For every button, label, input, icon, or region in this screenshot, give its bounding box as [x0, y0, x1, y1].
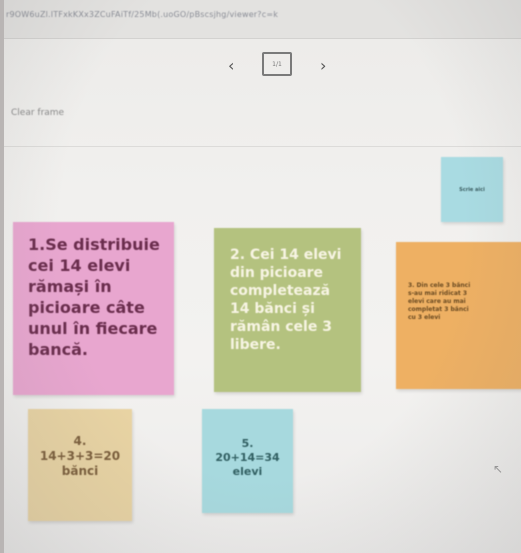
note3-line: completat 3 bănci	[408, 306, 469, 313]
clear-frame-button[interactable]: Clear frame	[11, 108, 64, 118]
note1-line: bancă.	[28, 340, 88, 359]
note3-line: 3. Din cele 3 bănci	[408, 282, 471, 289]
note1-line: rămași în	[28, 277, 112, 296]
note5-line: 5.	[241, 437, 254, 450]
sticky-note-5[interactable]: 5. 20+14=34 elevi	[202, 409, 293, 513]
note4-line: 4.	[73, 434, 87, 448]
note5-line: elevi	[232, 465, 263, 478]
browser-address-bar[interactable]: r9OW6uZl.lTFxkKXx3ZCuFAiTf/25Mb(.uoGO/pB…	[4, 0, 521, 39]
note4-line: 14+3+3=20	[39, 449, 121, 463]
note3-line: elevi care au mai	[408, 298, 466, 305]
note2-line: completează	[230, 283, 331, 299]
mouse-cursor-icon: ↖	[493, 462, 504, 476]
note1-line: 1.Se distribuie	[28, 235, 160, 254]
note2-line: din picioare	[230, 265, 324, 281]
note4-line: bănci	[61, 464, 99, 478]
previous-frame-button[interactable]: ‹	[228, 56, 234, 75]
note1-line: picioare câte	[28, 298, 145, 317]
next-frame-button[interactable]: ›	[320, 56, 326, 75]
note5-line: 20+14=34	[215, 451, 280, 464]
note3-line: s-au mai ridicat 3	[408, 290, 468, 297]
note2-line: rămân cele 3	[230, 319, 332, 335]
note3-line: cu 3 elevi	[408, 314, 441, 321]
sticky-note-small-text: Scrie aici	[459, 186, 485, 193]
note1-line: unul în fiecare	[28, 319, 158, 338]
sticky-note-4[interactable]: 4. 14+3+3=20 bănci	[28, 409, 132, 521]
note1-line: cei 14 elevi	[28, 256, 131, 275]
frame-thumbnail[interactable]: 1/1	[262, 52, 292, 76]
sticky-note-3[interactable]: 3. Din cele 3 bănci s-au mai ridicat 3 e…	[396, 242, 521, 389]
frame-thumbnail-label: 1/1	[272, 60, 282, 68]
sticky-note-1[interactable]: 1.Se distribuie cei 14 elevi rămași în p…	[13, 222, 174, 395]
note2-line: libere.	[230, 337, 281, 353]
whiteboard-screen: r9OW6uZl.lTFxkKXx3ZCuFAiTf/25Mb(.uoGO/pB…	[4, 0, 521, 553]
frame-navigator: ‹ 1/1 ›	[4, 52, 521, 84]
note2-line: 14 bănci și	[230, 301, 315, 317]
note2-line: 2. Cei 14 elevi	[230, 247, 342, 263]
sticky-note-small-cyan[interactable]: Scrie aici	[441, 157, 503, 222]
url-text[interactable]: r9OW6uZl.lTFxkKXx3ZCuFAiTf/25Mb(.uoGO/pB…	[6, 10, 278, 19]
sticky-note-2[interactable]: 2. Cei 14 elevi din picioare completează…	[214, 228, 361, 392]
divider	[4, 146, 521, 147]
